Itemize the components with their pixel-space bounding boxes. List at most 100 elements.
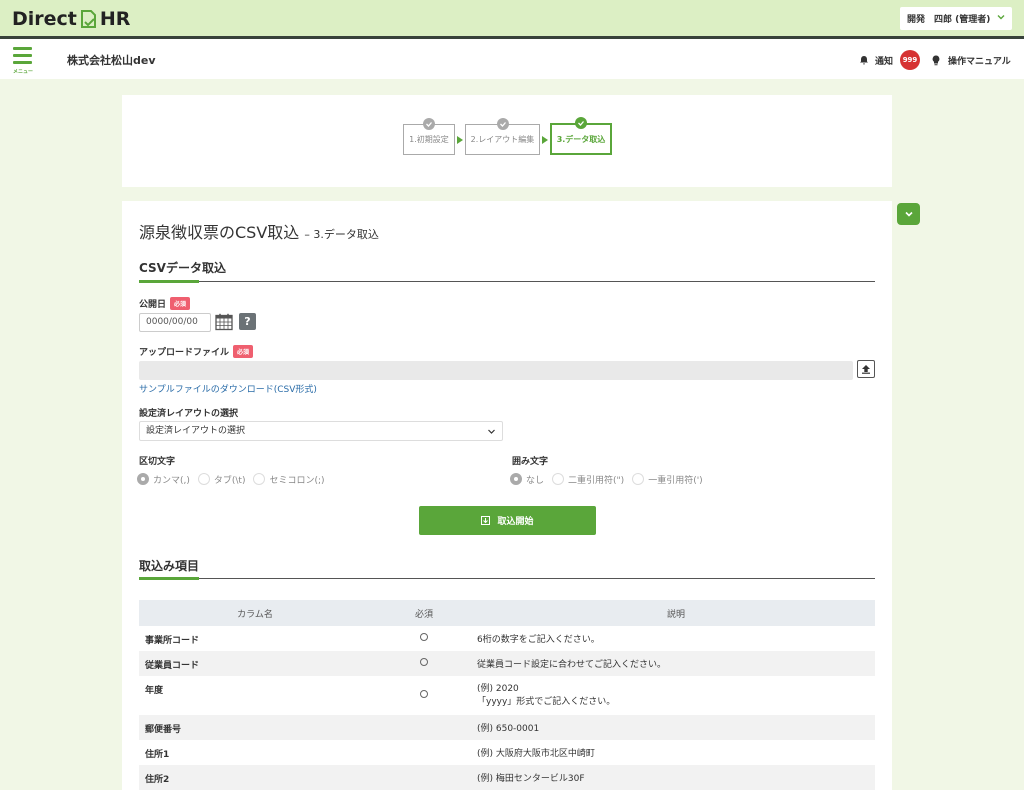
- upload-file-label: アップロードファイル 必須: [139, 345, 254, 358]
- radio-selected-icon: [137, 473, 149, 485]
- radio-icon: [632, 473, 645, 485]
- description-line: (例) 2020: [477, 683, 519, 694]
- import-icon: [481, 516, 491, 525]
- description-line: 「yyyy」形式でご記入ください。: [477, 696, 616, 707]
- layout-select-label: 設定済レイアウトの選択: [139, 409, 239, 419]
- logo-text-hr: HR: [99, 8, 131, 30]
- section-divider-accent: [139, 280, 199, 283]
- upload-button[interactable]: [857, 360, 875, 378]
- description-cell: 従業員コード設定に合わせてご記入ください。: [477, 651, 875, 676]
- csv-section-title: CSVデータ取込: [139, 261, 226, 275]
- quote-label: 囲み文字: [512, 457, 549, 467]
- quote-option-single[interactable]: 一重引用符('): [632, 473, 703, 486]
- delimiter-option-semicolon[interactable]: セミコロン(;): [253, 473, 325, 486]
- section-divider: [139, 577, 875, 580]
- radio-label: セミコロン(;): [269, 475, 325, 486]
- step-arrow-icon: [457, 136, 463, 144]
- quote-option-double[interactable]: 二重引用符("): [552, 473, 624, 486]
- quote-radio-group: なし 二重引用符(") 一重引用符('): [510, 472, 711, 486]
- logo-document-icon: [80, 10, 96, 28]
- layout-select[interactable]: 設定済レイアウトの選択: [139, 421, 503, 441]
- layout-select-value: 設定済レイアウトの選択: [146, 426, 246, 436]
- upload-icon: [862, 365, 870, 374]
- section-divider: [139, 280, 875, 283]
- description-cell: (例) 大阪府大阪市北区中崎町: [477, 749, 595, 759]
- required-cell: [371, 715, 477, 740]
- start-import-button[interactable]: 取込開始: [419, 506, 596, 535]
- start-import-label: 取込開始: [497, 517, 534, 527]
- step-label: 3.データ取込: [556, 134, 606, 144]
- menu-label: メニュー: [12, 69, 33, 75]
- collapse-button[interactable]: [897, 203, 920, 225]
- notification-link[interactable]: 通知: [859, 52, 893, 68]
- delimiter-option-tab[interactable]: タブ(\t): [197, 473, 246, 486]
- radio-icon: [197, 473, 210, 485]
- chevron-down-icon: [904, 211, 913, 217]
- chevron-down-icon: [997, 15, 1005, 20]
- step-check-icon: [496, 118, 509, 130]
- calendar-icon[interactable]: [215, 313, 233, 331]
- delimiter-option-comma[interactable]: カンマ(,): [137, 473, 190, 486]
- publish-date-label-text: 公開日: [139, 300, 167, 310]
- upload-file-label-text: アップロードファイル: [139, 348, 230, 358]
- manual-link[interactable]: 操作マニュアル: [932, 52, 1011, 68]
- required-mark-icon: [420, 658, 428, 666]
- radio-label: カンマ(,): [153, 475, 190, 486]
- column-name-cell: 住所1: [145, 750, 170, 760]
- upload-file-input[interactable]: [139, 361, 853, 380]
- column-header: 説明: [477, 600, 875, 626]
- step-initial-settings[interactable]: 1.初期設定: [403, 118, 455, 155]
- column-name-cell: 住所2: [139, 765, 371, 790]
- column-name-cell: 事業所コード: [145, 636, 200, 646]
- top-bar: Direct HR 開発 四郎 (管理者): [0, 0, 1024, 36]
- step-label: 1.初期設定: [409, 135, 449, 144]
- step-data-import[interactable]: 3.データ取込: [550, 117, 612, 155]
- required-cell: [371, 765, 477, 790]
- notification-count-badge[interactable]: 999: [900, 50, 920, 70]
- step-check-icon: [575, 117, 587, 129]
- step-indicator-panel: 1.初期設定 2.レイアウト編集 3.データ取込: [122, 95, 892, 187]
- help-button[interactable]: ?: [239, 313, 256, 330]
- column-header: 必須: [371, 600, 477, 626]
- required-cell: [371, 740, 477, 765]
- hamburger-bar: [13, 61, 32, 64]
- table-row: 事業所コード 6桁の数字をご記入ください。: [139, 626, 875, 651]
- required-badge: 必須: [233, 345, 254, 358]
- import-items-table: カラム名 必須 説明 事業所コード 6桁の数字をご記入ください。 従業員コード …: [139, 600, 875, 790]
- radio-label: タブ(\t): [213, 475, 246, 486]
- radio-label: 一重引用符('): [648, 475, 703, 486]
- radio-label: なし: [526, 475, 545, 486]
- publish-date-input[interactable]: 0000/00/00: [139, 313, 211, 332]
- logo-text-direct: Direct: [12, 8, 77, 30]
- required-mark-icon: [420, 690, 428, 698]
- description-cell: (例) 2020 「yyyy」形式でご記入ください。: [477, 676, 875, 715]
- header: メニュー 株式会社松山dev 通知 999 操作マニュアル: [0, 39, 1024, 79]
- step-label: 2.レイアウト編集: [470, 135, 535, 144]
- description-cell: (例) 梅田センタービル30F: [477, 765, 875, 790]
- table-row: 住所2 (例) 梅田センタービル30F: [139, 765, 875, 790]
- required-mark-icon: [420, 633, 428, 641]
- sample-download-link[interactable]: サンプルファイルのダウンロード(CSV形式): [139, 382, 317, 395]
- table-row: 郵便番号 (例) 650-0001: [139, 715, 875, 740]
- page-title: 源泉徴収票のCSV取込 – 3.データ取込: [139, 219, 379, 243]
- delimiter-label: 区切文字: [139, 457, 176, 467]
- delimiter-radio-group: カンマ(,) タブ(\t) セミコロン(;): [137, 472, 333, 486]
- radio-selected-icon: [510, 473, 522, 485]
- menu-button[interactable]: メニュー: [11, 46, 35, 76]
- step-arrow-icon: [542, 136, 548, 144]
- table-row: 住所1 (例) 大阪府大阪市北区中崎町: [139, 740, 875, 765]
- page-subtitle: – 3.データ取込: [304, 228, 379, 241]
- user-menu-button[interactable]: 開発 四郎 (管理者): [900, 7, 1012, 30]
- hamburger-bar: [13, 54, 32, 57]
- description-cell: 6桁の数字をご記入ください。: [477, 635, 600, 645]
- app-logo[interactable]: Direct HR: [12, 7, 130, 31]
- company-name: 株式会社松山dev: [67, 54, 156, 67]
- step-layout-edit[interactable]: 2.レイアウト編集: [465, 118, 540, 155]
- table-header-row: カラム名 必須 説明: [139, 600, 875, 626]
- description-cell: (例) 650-0001: [477, 715, 875, 740]
- table-row: 従業員コード 従業員コード設定に合わせてご記入ください。: [139, 651, 875, 676]
- chevron-down-icon: [488, 429, 495, 434]
- quote-option-none[interactable]: なし: [510, 473, 544, 486]
- required-cell: [371, 626, 477, 651]
- notification-label: 通知: [875, 56, 894, 67]
